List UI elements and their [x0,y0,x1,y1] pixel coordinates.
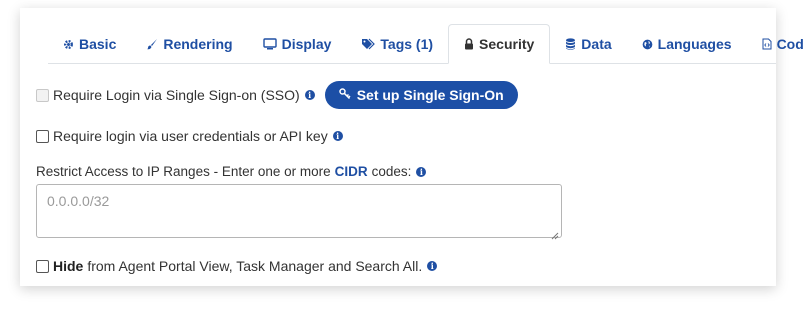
tags-icon [361,38,376,50]
key-icon [338,87,351,103]
ip-label-suffix: codes: [371,164,412,179]
tab-label: Display [281,36,332,52]
hide-row: Hide from Agent Portal View, Task Manage… [36,258,438,274]
sso-row: Require Login via Single Sign-on (SSO) i… [36,81,518,109]
tab-label: Security [479,36,535,52]
hide-checkbox[interactable] [36,259,49,273]
cidr-link[interactable]: CIDR [335,164,368,179]
ip-ranges-label: Restrict Access to IP Ranges - Enter one… [36,164,427,179]
gear-icon [63,39,74,50]
lock-icon [464,38,474,50]
brush-icon [146,38,158,50]
tab-code[interactable]: Code [747,25,804,63]
info-icon[interactable]: i [332,131,343,141]
setup-sso-label: Set up Single Sign-On [356,87,504,103]
ip-ranges-placeholder: 0.0.0.0/32 [47,193,110,209]
settings-card: Basic Rendering Display Tags (1) Securit… [20,8,804,286]
tab-label: Tags (1) [380,36,434,52]
info-icon[interactable]: i [416,166,427,177]
ip-ranges-textarea[interactable]: 0.0.0.0/32 [36,184,562,240]
tab-bar: Basic Rendering Display Tags (1) Securit… [48,24,804,64]
tab-languages[interactable]: Languages [627,25,747,63]
credentials-checkbox[interactable] [36,129,49,143]
code-file-icon [762,38,772,50]
hide-bold-label: Hide [53,258,84,274]
setup-sso-button[interactable]: Set up Single Sign-On [324,81,518,109]
monitor-icon [262,38,277,50]
hide-label: from Agent Portal View, Task Manager and… [87,258,423,274]
globe-icon [642,39,653,50]
info-icon[interactable]: i [427,261,438,271]
database-icon [565,38,576,50]
tab-label: Data [581,36,612,52]
ip-label-prefix: Restrict Access to IP Ranges - Enter one… [36,164,331,179]
sso-checkbox[interactable] [36,88,49,102]
tab-tags[interactable]: Tags (1) [346,25,448,63]
tab-data[interactable]: Data [550,25,626,63]
info-icon[interactable]: i [304,90,315,100]
credentials-label: Require login via user credentials or AP… [53,128,328,144]
sso-label: Require Login via Single Sign-on (SSO) [53,87,300,103]
tab-label: Basic [79,36,117,52]
tab-rendering[interactable]: Rendering [131,25,247,63]
tab-display[interactable]: Display [248,25,347,63]
credentials-row: Require login via user credentials or AP… [36,128,343,144]
resize-grip-icon[interactable] [551,227,559,240]
tab-security[interactable]: Security [448,24,551,64]
tab-label: Rendering [163,36,233,52]
tab-label: Code [776,36,804,52]
tab-basic[interactable]: Basic [48,25,131,63]
tab-label: Languages [657,36,732,52]
